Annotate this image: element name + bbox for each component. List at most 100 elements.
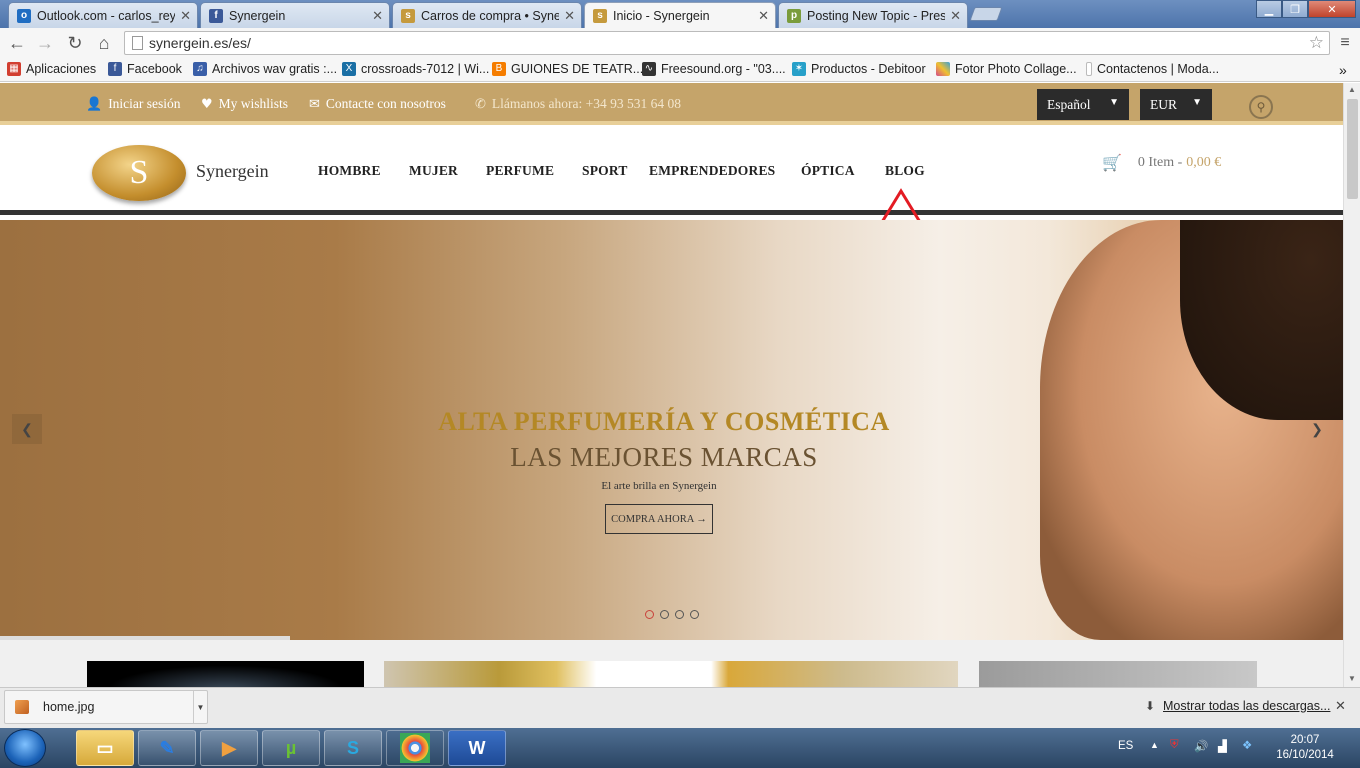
download-item[interactable]: home.jpg ▼	[4, 690, 208, 724]
currency-value: EUR	[1150, 96, 1177, 112]
banner-image[interactable]	[979, 661, 1257, 687]
show-hidden-icons[interactable]: ▲	[1150, 740, 1159, 750]
scroll-up-icon[interactable]: ▲	[1348, 85, 1356, 94]
bookmarks-bar: ▦ Aplicaciones f Facebook ♫ Archivos wav gr…	[0, 58, 1360, 82]
utorrent-taskbar-icon[interactable]: µ	[262, 730, 320, 766]
slider-next-icon[interactable]: ❯	[1302, 414, 1332, 444]
nav-optica[interactable]: ÓPTICA	[801, 163, 855, 179]
currency-select[interactable]: EUR ▼	[1140, 89, 1212, 120]
close-tab-icon[interactable]: ✕	[950, 8, 961, 24]
banner-strip	[0, 640, 1343, 687]
logo-emblem[interactable]: S	[92, 145, 186, 201]
nav-perfume[interactable]: PERFUME	[486, 163, 554, 179]
dropbox-icon[interactable]: ❖	[1242, 738, 1252, 752]
bookmark-label: GUIONES DE TEATR...	[511, 62, 644, 76]
new-tab-button[interactable]	[969, 7, 1003, 21]
scrollbar-thumb[interactable]	[1347, 99, 1358, 199]
clock-time[interactable]: 20:07	[1276, 734, 1334, 746]
debitoor-icon: ✶	[792, 62, 806, 76]
slider-dot-1[interactable]	[645, 610, 654, 619]
explorer-taskbar-icon[interactable]: ▭	[76, 730, 134, 766]
menu-icon[interactable]: ≡	[1334, 33, 1356, 53]
show-all-downloads-link[interactable]: Mostrar todas las descargas...	[1163, 699, 1330, 713]
hero-title: ALTA PERFUMERÍA Y COSMÉTICA	[438, 407, 890, 436]
language-select[interactable]: Español ▼	[1037, 89, 1129, 120]
bookmark-fotor[interactable]: Fotor Photo Collage...	[936, 62, 1077, 76]
bookmark-label: Aplicaciones	[26, 62, 97, 76]
nav-blog[interactable]: BLOG	[885, 163, 925, 179]
wishlist-link[interactable]: ♥ My wishlists	[201, 96, 288, 112]
tab-posting-new-topic[interactable]: p Posting New Topic - Prest ✕	[778, 2, 968, 28]
close-tab-icon[interactable]: ✕	[758, 8, 769, 24]
close-tab-icon[interactable]: ✕	[180, 8, 191, 24]
slider-dot-4[interactable]	[690, 610, 699, 619]
slider-dot-3[interactable]	[675, 610, 684, 619]
live-writer-taskbar-icon[interactable]: ✎	[138, 730, 196, 766]
image-file-icon	[15, 700, 29, 714]
slider-dot-2[interactable]	[660, 610, 669, 619]
bookmark-label: Productos - Debitoor	[811, 62, 926, 76]
cart-summary[interactable]: 🛒 0 Item - 0,00 €	[1102, 153, 1221, 172]
bookmark-aplicaciones[interactable]: ▦ Aplicaciones	[7, 62, 96, 76]
address-bar[interactable]: synergein.es/es/ ☆	[124, 31, 1330, 55]
media-player-taskbar-icon[interactable]: ▶	[200, 730, 258, 766]
synergein-icon: s	[593, 8, 607, 23]
bookmark-debitoor[interactable]: ✶ Productos - Debitoor	[792, 62, 926, 76]
blogger-icon: B	[492, 62, 506, 76]
chevron-down-icon[interactable]: ▼	[193, 691, 207, 723]
close-tab-icon[interactable]: ✕	[372, 8, 383, 24]
search-icon[interactable]: ⚲	[1249, 95, 1273, 119]
scroll-down-icon[interactable]: ▼	[1348, 674, 1356, 683]
red-shield-icon[interactable]: ⛨	[1170, 739, 1179, 752]
logo-text[interactable]: Synergein	[196, 161, 269, 182]
nav-mujer[interactable]: MUJER	[409, 163, 458, 179]
bookmark-star-icon[interactable]: ☆	[1309, 33, 1324, 53]
login-link[interactable]: 👤 Iniciar sesión	[86, 96, 181, 112]
synergein-icon: s	[401, 8, 415, 23]
minimize-button[interactable]: ▁	[1256, 0, 1282, 18]
tab-outlook[interactable]: o Outlook.com - carlos_reye ✕	[8, 2, 198, 28]
bookmark-archivos-wav[interactable]: ♫ Archivos wav gratis :...	[193, 62, 337, 76]
bookmark-crossroads[interactable]: Xcrossroads-7012 | Wi...	[342, 62, 489, 76]
skype-taskbar-icon[interactable]: S	[324, 730, 382, 766]
shopping-cart-icon: 🛒	[1102, 153, 1122, 172]
nav-emprendedores[interactable]: EMPRENDEDORES	[649, 163, 775, 179]
close-icon[interactable]: ✕	[1335, 698, 1346, 714]
bookmark-contactenos[interactable]: Contactenos | Moda...	[1086, 62, 1219, 76]
nav-hombre[interactable]: HOMBRE	[318, 163, 381, 179]
language-indicator[interactable]: ES	[1118, 740, 1133, 752]
bookmark-freesound[interactable]: ∿ Freesound.org - "03....	[642, 62, 786, 76]
clock-date[interactable]: 16/10/2014	[1270, 749, 1340, 761]
shop-now-button[interactable]: COMPRA AHORA →	[605, 504, 713, 534]
more-bookmarks-icon[interactable]: »	[1339, 62, 1347, 78]
banner-image[interactable]	[384, 661, 958, 687]
home-icon[interactable]: ⌂	[93, 33, 115, 53]
bookmark-facebook[interactable]: f Facebook	[108, 62, 182, 76]
page-scrollbar[interactable]: ▲ ▼	[1343, 83, 1360, 687]
back-icon[interactable]: ←	[6, 33, 28, 53]
phone-icon: ✆	[475, 96, 486, 112]
forward-icon[interactable]: →	[34, 33, 56, 53]
tab-label: Inicio - Synergein	[613, 8, 710, 23]
nav-sport[interactable]: SPORT	[582, 163, 628, 179]
start-button[interactable]	[4, 729, 46, 767]
banner-image[interactable]	[87, 661, 364, 687]
tab-label: Posting New Topic - Prest	[807, 8, 945, 23]
bookmark-guiones[interactable]: B GUIONES DE TEATR...	[492, 62, 643, 76]
network-icon[interactable]: ▟	[1218, 739, 1227, 753]
logo-letter: S	[129, 154, 149, 191]
reload-icon[interactable]: ↻	[64, 33, 86, 53]
language-value: Español	[1047, 96, 1091, 112]
tab-carros-de-compra[interactable]: s Carros de compra • Synerg ✕	[392, 2, 582, 28]
volume-icon[interactable]: 🔊	[1194, 739, 1208, 753]
tab-synergein-facebook[interactable]: f Synergein ✕	[200, 2, 390, 28]
chrome-taskbar-icon[interactable]	[386, 730, 444, 766]
word-taskbar-icon[interactable]: W	[448, 730, 506, 766]
close-tab-icon[interactable]: ✕	[564, 8, 575, 24]
maximize-button[interactable]: ❐	[1282, 0, 1308, 18]
contact-link[interactable]: ✉ Contacte con nosotros	[309, 96, 446, 112]
close-window-button[interactable]: ✕	[1308, 0, 1356, 18]
site-topbar: 👤 Iniciar sesión ♥ My wishlists ✉ Contacte …	[0, 83, 1343, 125]
tab-inicio-synergein[interactable]: s Inicio - Synergein ✕	[584, 2, 776, 28]
slider-prev-icon[interactable]: ❮	[12, 414, 42, 444]
